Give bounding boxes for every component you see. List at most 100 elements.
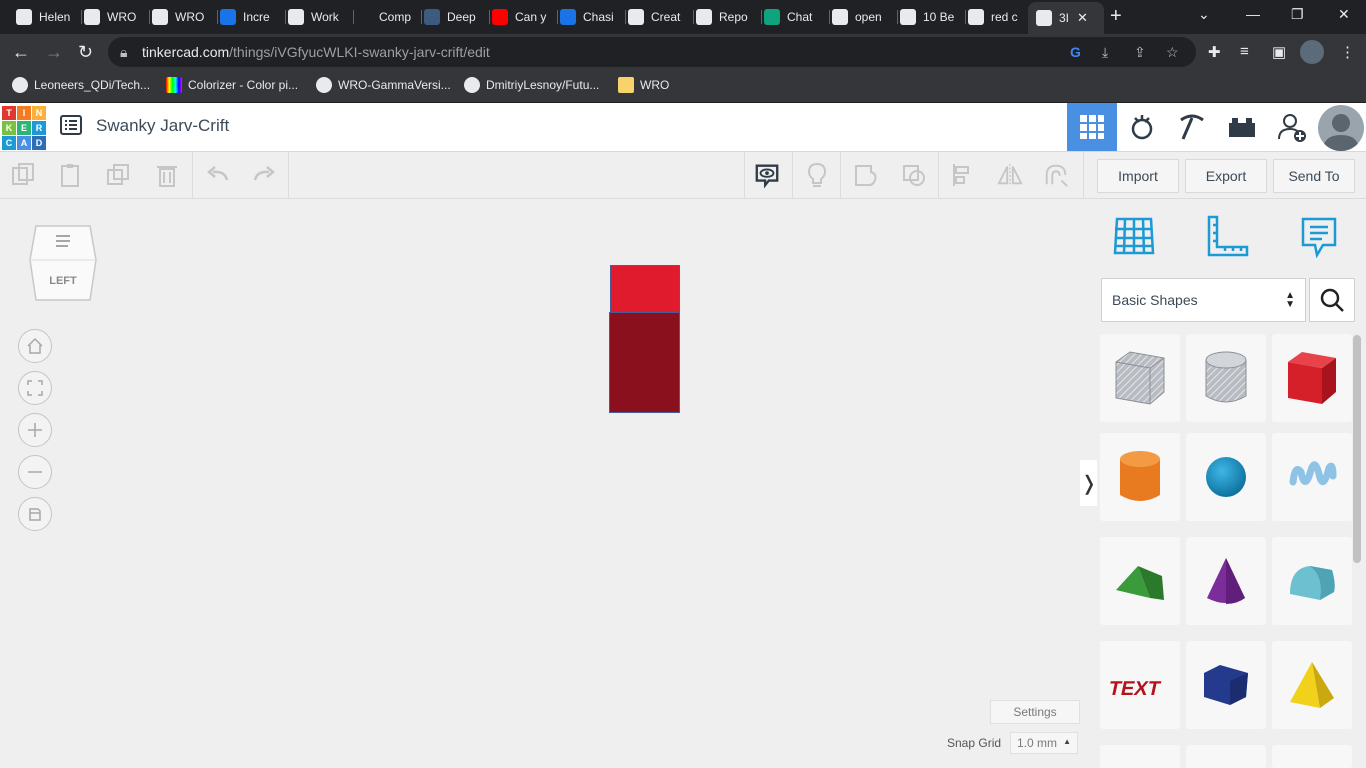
browser-tab[interactable]: Deep — [416, 4, 490, 30]
media-control-icon[interactable]: ≡ — [1240, 43, 1249, 60]
lock-icon[interactable]: 🔒︎ — [120, 44, 127, 61]
ruler-icon[interactable] — [1203, 213, 1251, 261]
3d-design-tab[interactable] — [1067, 103, 1117, 151]
shape-tile-round-roof[interactable] — [1272, 537, 1352, 625]
shape-tile-box[interactable] — [1272, 334, 1352, 422]
browser-tab[interactable]: Work — [280, 4, 354, 30]
tab-search-icon[interactable]: ⌄ — [1198, 6, 1210, 23]
browser-tab[interactable]: Chat — [756, 4, 830, 30]
restore-icon[interactable]: ❐ — [1291, 6, 1304, 23]
fit-view-button[interactable] — [18, 371, 52, 405]
minimize-icon[interactable]: — — [1246, 6, 1260, 22]
bookmark-item[interactable]: Colorizer - Color pi... — [166, 77, 298, 93]
browser-tab[interactable]: Repo — [688, 4, 762, 30]
bricks-tab[interactable] — [1217, 103, 1267, 151]
ortho-view-button[interactable] — [18, 497, 52, 531]
align-icon[interactable] — [950, 162, 976, 188]
shape-tile-roof[interactable] — [1100, 537, 1180, 625]
shape-tile-partial[interactable] — [1272, 745, 1352, 768]
invite-user-button[interactable] — [1267, 103, 1317, 151]
shape-category-select[interactable]: Basic Shapes ▲ ▼ — [1101, 278, 1306, 322]
dark-red-box-shape[interactable] — [609, 312, 680, 413]
shape-tile-text[interactable]: TEXT — [1100, 641, 1180, 729]
workplane-icon[interactable] — [1111, 213, 1159, 261]
forward-icon[interactable]: → — [45, 42, 63, 62]
red-box-shape[interactable] — [610, 265, 680, 313]
url-text[interactable]: tinkercad.com/things/iVGfyucWLKI-swanky-… — [142, 44, 490, 60]
notes-visibility-icon[interactable] — [754, 162, 780, 189]
browser-tab[interactable]: Can y — [484, 4, 558, 30]
shape-tile-pyramid[interactable] — [1272, 641, 1352, 729]
shape-tile-box-hole[interactable] — [1100, 334, 1180, 422]
browser-tab[interactable]: Helen — [8, 4, 82, 30]
shape-tile-cone[interactable] — [1186, 537, 1266, 625]
cruise-icon[interactable] — [1043, 162, 1069, 188]
browser-tab[interactable]: Comp — [348, 4, 422, 30]
user-avatar[interactable] — [1318, 105, 1364, 151]
side-panel-icon[interactable]: ▣ — [1272, 43, 1286, 61]
bookmark-item[interactable]: WRO-GammaVersi... — [316, 77, 451, 93]
lightbulb-icon[interactable] — [804, 162, 830, 188]
browser-tab[interactable]: Creat — [620, 4, 694, 30]
browser-tab[interactable]: 3I ✕ — [1028, 2, 1104, 34]
shape-tile-cylinder[interactable] — [1100, 433, 1180, 521]
delete-icon[interactable] — [154, 162, 180, 188]
group-icon[interactable] — [853, 162, 879, 188]
tinkercad-logo[interactable]: T I N K E R C A D — [2, 106, 46, 150]
copy-icon[interactable] — [11, 162, 37, 188]
snap-grid-select[interactable]: 1.0 mm ▲ — [1010, 732, 1078, 754]
extensions-icon[interactable]: ✚ — [1208, 43, 1221, 61]
home-view-button[interactable] — [18, 329, 52, 363]
browser-tab[interactable]: Chasi — [552, 4, 626, 30]
browser-tab[interactable]: WRO — [76, 4, 150, 30]
settings-button[interactable]: Settings — [990, 700, 1080, 724]
close-window-icon[interactable]: ✕ — [1338, 6, 1350, 23]
shape-tile-sphere[interactable] — [1186, 433, 1266, 521]
bookmark-star-icon[interactable]: ☆ — [1166, 44, 1179, 61]
browser-tab[interactable]: Incre — [212, 4, 286, 30]
bookmark-folder[interactable]: WRO — [618, 77, 669, 93]
duplicate-icon[interactable] — [106, 162, 132, 188]
design-title[interactable]: Swanky Jarv-Crift — [96, 116, 229, 136]
new-tab-button[interactable]: + — [1110, 6, 1122, 26]
bookmark-item[interactable]: DmitriyLesnoy/Futu... — [464, 77, 599, 93]
shape-search-button[interactable] — [1309, 278, 1355, 322]
share-icon[interactable]: ⇪ — [1134, 44, 1146, 61]
send-to-button[interactable]: Send To — [1273, 159, 1355, 193]
google-lens-icon[interactable]: G — [1070, 44, 1081, 60]
notes-icon[interactable] — [1295, 213, 1343, 261]
export-button[interactable]: Export — [1185, 159, 1267, 193]
bookmarks-bar: Leoneers_QDi/Tech... Colorizer - Color p… — [0, 70, 1366, 103]
collapse-panel-button[interactable]: ❭ — [1080, 460, 1098, 506]
ungroup-icon[interactable] — [901, 162, 927, 188]
mirror-icon[interactable] — [997, 162, 1023, 188]
paste-icon[interactable] — [58, 162, 84, 188]
back-icon[interactable]: ← — [12, 42, 30, 62]
view-cube[interactable]: LEFT — [28, 224, 98, 304]
shape-tile-polygon[interactable] — [1186, 641, 1266, 729]
design-list-icon[interactable] — [60, 115, 82, 135]
zoom-out-button[interactable] — [18, 455, 52, 489]
bookmark-item[interactable]: Leoneers_QDi/Tech... — [12, 77, 150, 93]
close-tab-icon[interactable]: ✕ — [1077, 10, 1088, 26]
shape-tile-scribble[interactable] — [1272, 433, 1352, 521]
install-icon[interactable]: ⤓ — [1102, 44, 1108, 61]
browser-tab[interactable]: open — [824, 4, 898, 30]
zoom-in-button[interactable] — [18, 413, 52, 447]
profile-avatar[interactable] — [1300, 40, 1324, 64]
chrome-menu-icon[interactable]: ⋮ — [1340, 43, 1355, 61]
browser-tab[interactable]: WRO — [144, 4, 218, 30]
shape-tile-partial[interactable] — [1186, 745, 1266, 768]
address-bar[interactable]: 🔒︎ tinkercad.com/things/iVGfyucWLKI-swan… — [108, 37, 1196, 67]
import-button[interactable]: Import — [1097, 159, 1179, 193]
minecraft-tab[interactable] — [1167, 103, 1217, 151]
shape-tile-partial[interactable] — [1100, 745, 1180, 768]
shape-tile-cylinder-hole[interactable] — [1186, 334, 1266, 422]
redo-icon[interactable] — [251, 162, 277, 188]
shapes-panel-scrollbar[interactable] — [1353, 335, 1361, 563]
browser-tab[interactable]: 10 Be — [892, 4, 966, 30]
sim-lab-tab[interactable] — [1117, 103, 1167, 151]
undo-icon[interactable] — [205, 162, 231, 188]
browser-tab[interactable]: red c — [960, 4, 1034, 30]
reload-icon[interactable]: ↻ — [78, 42, 93, 62]
